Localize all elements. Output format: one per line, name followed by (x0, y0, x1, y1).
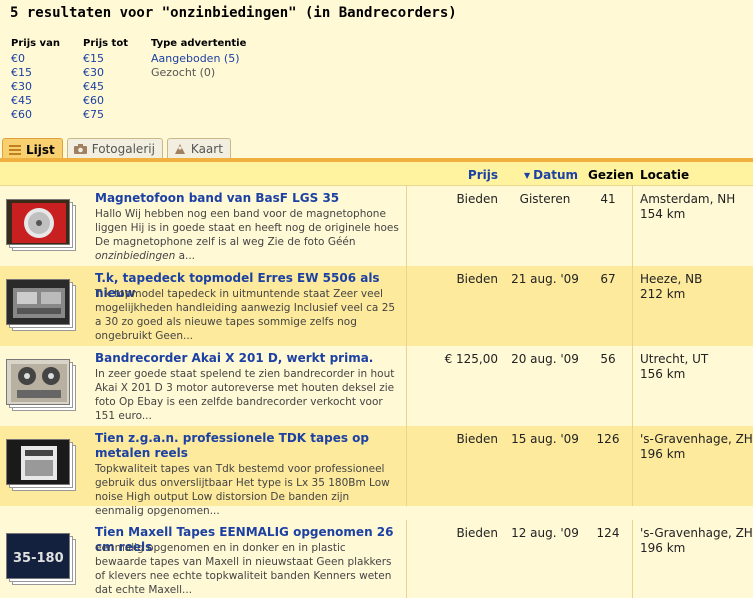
result-description: In zeer goede staat spelend te zien band… (95, 368, 395, 422)
result-row: T.k, tapedeck topmodel Erres EW 5506 als… (0, 266, 753, 346)
result-description: T k topmodel tapedeck in uitmuntende sta… (95, 288, 396, 342)
filter-prijs-tot: Prijs tot €15 €30 €45 €60 €75 (83, 38, 135, 122)
sort-down-icon: ▼ (524, 171, 531, 180)
result-thumbnail[interactable] (6, 199, 76, 251)
map-icon (173, 142, 187, 156)
filter-heading: Type advertentie (151, 38, 247, 49)
result-views: 67 (600, 272, 616, 286)
result-location: Utrecht, UT 156 km (640, 352, 709, 381)
thumbnail-text: 35-180 (13, 551, 64, 566)
filter-link[interactable]: €30 (83, 66, 135, 80)
page-title: 5 resultaten voor "onzinbiedingen" (in B… (10, 5, 457, 21)
view-tabs: Lijst Fotogalerij Kaart (2, 138, 235, 160)
result-location: Heeze, NB 212 km (640, 272, 703, 301)
result-row: Magnetofoon band van BasF LGS 35 Hallo W… (0, 186, 753, 266)
result-title[interactable]: Bandrecorder Akai X 201 D, werkt prima. (95, 351, 400, 366)
result-location: Amsterdam, NH 154 km (640, 192, 736, 221)
filter-link[interactable]: €75 (83, 108, 135, 122)
filter-link[interactable]: €45 (11, 94, 67, 108)
tab-kaart[interactable]: Kaart (166, 138, 231, 159)
result-date: 12 aug. '09 (511, 526, 579, 540)
result-description: eenmalig opgenomen en in donker en in pl… (95, 542, 392, 596)
filter-gezocht: Gezocht (0) (151, 66, 216, 79)
result-date: 15 aug. '09 (511, 432, 579, 446)
result-views: 56 (600, 352, 616, 366)
result-location: 's-Gravenhage, ZH 196 km (640, 526, 753, 555)
result-thumbnail[interactable] (6, 359, 76, 411)
results-header: Prijs ▼ Datum Gezien Locatie (0, 162, 753, 186)
result-row: 35-180 Tien Maxell Tapes EENMALIG opgeno… (0, 520, 753, 598)
result-price: Bieden (456, 192, 498, 206)
column-locatie: Locatie (640, 168, 690, 182)
tab-label: Lijst (26, 142, 55, 157)
result-date: 20 aug. '09 (511, 352, 579, 366)
result-location: 's-Gravenhage, ZH 196 km (640, 432, 753, 461)
result-views: 126 (596, 432, 620, 446)
result-views: 124 (596, 526, 620, 540)
filter-link[interactable]: €60 (11, 108, 67, 122)
result-date: Gisteren (519, 192, 571, 206)
filter-link[interactable]: €15 (11, 66, 67, 80)
column-datum-label: Datum (533, 168, 578, 182)
result-thumbnail[interactable] (6, 439, 76, 491)
tab-lijst[interactable]: Lijst (2, 138, 63, 160)
filter-heading: Prijs van (11, 38, 60, 49)
filter-link[interactable]: €45 (83, 80, 135, 94)
column-gezien: Gezien (588, 168, 634, 182)
result-price: € 125,00 (444, 352, 498, 366)
column-datum[interactable]: ▼ Datum (524, 168, 578, 182)
result-price: Bieden (456, 432, 498, 446)
result-thumbnail[interactable]: 35-180 (6, 533, 76, 585)
filter-prijs-van: Prijs van €0 €15 €30 €45 €60 (11, 38, 67, 122)
result-date: 21 aug. '09 (511, 272, 579, 286)
filter-link[interactable]: €30 (11, 80, 67, 94)
filter-link[interactable]: €0 (11, 52, 67, 66)
result-title[interactable]: Magnetofoon band van BasF LGS 35 (95, 191, 400, 206)
result-views: 41 (600, 192, 616, 206)
result-thumbnail[interactable] (6, 279, 76, 331)
result-row: Bandrecorder Akai X 201 D, werkt prima. … (0, 346, 753, 426)
filter-link[interactable]: €60 (83, 94, 135, 108)
filters-panel: Prijs van €0 €15 €30 €45 €60 Prijs tot €… (11, 38, 262, 122)
list-icon (8, 144, 22, 156)
result-title[interactable]: Tien z.g.a.n. professionele TDK tapes op… (95, 431, 400, 461)
result-description: Topkwaliteit tapes van Tdk bestemd voor … (95, 463, 390, 517)
filter-link[interactable]: €15 (83, 52, 135, 66)
result-row: Tien z.g.a.n. professionele TDK tapes op… (0, 426, 753, 517)
result-price: Bieden (456, 272, 498, 286)
filter-link-aangeboden[interactable]: Aangeboden (5) (151, 52, 246, 66)
tab-label: Fotogalerij (91, 142, 155, 156)
column-prijs[interactable]: Prijs (468, 168, 498, 182)
tab-label: Kaart (190, 142, 223, 156)
filter-type: Type advertentie Aangeboden (5) Gezocht … (151, 38, 246, 122)
tab-fotogalerij[interactable]: Fotogalerij (66, 138, 163, 159)
camera-icon (73, 143, 88, 155)
result-description: Hallo Wij hebben nog een band voor de ma… (95, 208, 399, 262)
result-price: Bieden (456, 526, 498, 540)
filter-heading: Prijs tot (83, 38, 128, 49)
